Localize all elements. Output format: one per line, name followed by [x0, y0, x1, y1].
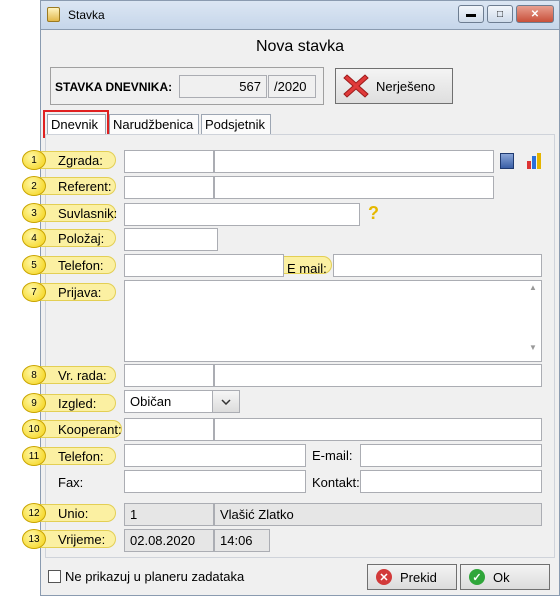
- prijava-scrollbar[interactable]: ▲ ▼: [526, 282, 540, 360]
- label-polozaj: Položaj:: [58, 231, 105, 246]
- minimize-icon[interactable]: ▬: [458, 5, 484, 23]
- badge-3: 3: [22, 203, 46, 223]
- polozaj-field[interactable]: [124, 228, 218, 251]
- label-izgled: Izgled:: [58, 396, 97, 411]
- unio-id-field: 1: [124, 503, 214, 526]
- window-app-icon: [47, 7, 60, 22]
- kooperant-name-field[interactable]: [214, 418, 542, 441]
- vr-rada-code-field[interactable]: [124, 364, 214, 387]
- cancel-icon: ✕: [376, 569, 392, 585]
- vr-rada-name-field[interactable]: [214, 364, 542, 387]
- label-suvlasnik: Suvlasnik:: [58, 206, 118, 221]
- kooperant-code-field[interactable]: [124, 418, 214, 441]
- referent-code-field[interactable]: [124, 176, 214, 199]
- unio-name-field: Vlašić Zlatko: [214, 503, 542, 526]
- badge-9: 9: [22, 393, 46, 413]
- label-vr-rada: Vr. rada:: [58, 368, 107, 383]
- label-kooperant: Kooperant:: [58, 422, 122, 437]
- maximize-icon[interactable]: □: [487, 5, 513, 23]
- ok-button-label: Ok: [493, 569, 510, 585]
- date-field: 02.08.2020: [124, 529, 214, 552]
- suvlasnik-field[interactable]: [124, 203, 360, 226]
- badge-7: 7: [22, 282, 46, 302]
- building-icon[interactable]: [500, 153, 514, 169]
- cancel-button-label: Prekid: [400, 569, 437, 585]
- label-telefon2: Telefon:: [58, 449, 104, 464]
- ok-check-icon: ✓: [469, 569, 485, 585]
- badge-4: 4: [22, 228, 46, 248]
- badge-1: 1: [22, 150, 46, 170]
- badge-10: 10: [22, 419, 46, 439]
- stavka-year-field: /2020: [268, 75, 316, 98]
- stavka-number-field: 567: [179, 75, 267, 98]
- planner-checkbox-label: Ne prikazuj u planeru zadataka: [65, 569, 245, 584]
- zgrada-name-field[interactable]: [214, 150, 494, 173]
- zgrada-code-field[interactable]: [124, 150, 214, 173]
- label-prijava: Prijava:: [58, 285, 102, 300]
- form-heading: Nova stavka: [255, 38, 345, 55]
- badge-5: 5: [22, 255, 46, 275]
- email-field[interactable]: [333, 254, 542, 277]
- label-unio: Unio:: [58, 506, 89, 521]
- badge-8: 8: [22, 365, 46, 385]
- dropdown-arrow-icon[interactable]: [212, 390, 240, 413]
- referent-name-field[interactable]: [214, 176, 494, 199]
- planner-checkbox[interactable]: [48, 570, 61, 583]
- close-icon[interactable]: ✕: [516, 5, 554, 23]
- badge-11: 11: [22, 446, 46, 466]
- telefon2-field[interactable]: [124, 444, 306, 467]
- status-button[interactable]: Nerješeno: [335, 68, 453, 104]
- label-kontakt: Kontakt:: [312, 475, 360, 490]
- label-email: E mail:: [287, 261, 327, 276]
- label-zgrada: Zgrada:: [58, 153, 103, 168]
- label-fax: Fax:: [58, 475, 84, 490]
- time-field: 14:06: [214, 529, 270, 552]
- izgled-select[interactable]: Običan: [124, 390, 214, 413]
- label-telefon: Telefon:: [58, 258, 104, 273]
- ok-button[interactable]: ✓ Ok: [460, 564, 550, 590]
- tab-narudzbenica[interactable]: Narudžbenica: [109, 114, 199, 135]
- chart-icon[interactable]: [526, 152, 542, 170]
- email2-field[interactable]: [360, 444, 542, 467]
- prijava-textarea[interactable]: [124, 280, 542, 362]
- red-x-icon: [343, 74, 369, 98]
- kontakt-field[interactable]: [360, 470, 542, 493]
- label-referent: Referent:: [58, 179, 112, 194]
- badge-2: 2: [22, 176, 46, 196]
- tab-podsjetnik[interactable]: Podsjetnik: [201, 114, 271, 135]
- fax-field[interactable]: [124, 470, 306, 493]
- telefon-field[interactable]: [124, 254, 284, 277]
- status-button-label: Nerješeno: [376, 78, 436, 94]
- label-vrijeme: Vrijeme:: [58, 532, 106, 547]
- badge-12: 12: [22, 503, 46, 523]
- stavka-label: STAVKA DNEVNIKA:: [55, 80, 173, 94]
- help-icon[interactable]: ?: [368, 203, 379, 224]
- label-email2: E-mail:: [312, 448, 353, 463]
- badge-13: 13: [22, 529, 46, 549]
- cancel-button[interactable]: ✕ Prekid: [367, 564, 457, 590]
- window-title: Stavka: [68, 8, 105, 22]
